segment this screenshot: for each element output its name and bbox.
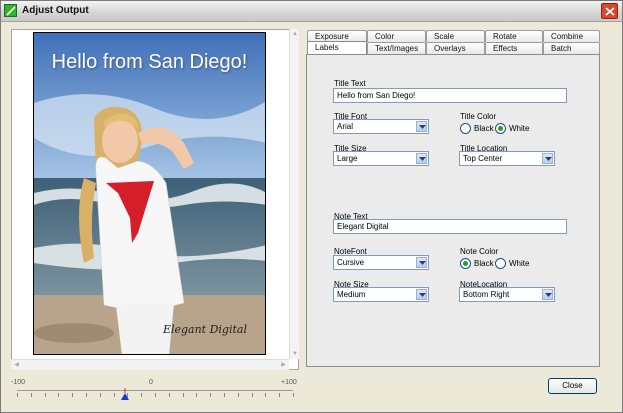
slider-tick [114,393,115,397]
note-font-value: Cursive [337,258,365,267]
scroll-left-icon[interactable]: ◀ [12,361,21,370]
slider-tick [141,393,142,397]
title-font-select[interactable]: Arial [333,119,429,134]
slider-tick [210,393,211,397]
slider-tick [238,393,239,397]
note-color-label: Note Color [460,247,499,256]
slider-tick [45,393,46,397]
chevron-down-icon[interactable] [542,153,553,164]
adjustment-slider[interactable]: -100 0 +100 [11,377,299,405]
tab-overlays[interactable]: Overlays [426,42,485,54]
note-color-radio-group: Black White [460,258,540,270]
title-size-value: Large [337,154,358,163]
slider-tick [86,393,87,397]
slider-min-label: -100 [11,379,26,386]
slider-tick [58,393,59,397]
note-font-select[interactable]: Cursive [333,255,429,270]
preview-horizontal-scrollbar[interactable]: ◀ ▶ [11,359,289,370]
title-color-radio-group: Black White [460,123,540,135]
chevron-down-icon[interactable] [416,121,427,132]
photo-note-overlay: Elegant Digital [162,323,247,336]
slider-tick [279,393,280,397]
tab-scale[interactable]: Scale [426,30,485,42]
chevron-down-icon[interactable] [416,289,427,300]
note-color-black-label: Black [474,259,494,268]
slider-tick [127,393,128,397]
tab-combine[interactable]: Combine [543,30,600,42]
slider-tick [169,393,170,397]
note-color-black-radio[interactable] [460,258,471,269]
title-color-label: Title Color [460,112,497,121]
close-icon [605,7,615,16]
window-close-button[interactable] [601,3,618,19]
slider-tick [196,393,197,397]
slider-tick [265,393,266,397]
title-color-white-radio[interactable] [495,123,506,134]
chevron-down-icon[interactable] [416,153,427,164]
preview-photo: Hello from San Diego! Elegant Digital [33,32,266,355]
title-font-value: Arial [337,122,354,131]
app-icon [4,4,17,17]
slider-tick [293,393,294,397]
slider-tick [183,393,184,397]
photo-title-overlay: Hello from San Diego! [51,51,248,73]
adjust-output-window: Adjust Output ▲ ▼ ◀ ▶ Hello from San Die… [0,0,623,413]
chevron-down-icon[interactable] [416,257,427,268]
scroll-down-icon[interactable]: ▼ [291,350,299,358]
slider-tick [224,393,225,397]
title-size-select[interactable]: Large [333,151,429,166]
window-title: Adjust Output [22,5,89,16]
title-location-select[interactable]: Top Center [459,151,555,166]
note-location-select[interactable]: Bottom Right [459,287,555,302]
title-text-input[interactable]: Hello from San Diego! [333,88,567,103]
slider-tick [100,393,101,397]
slider-max-label: +100 [281,379,297,386]
tab-labels[interactable]: Labels [307,41,367,54]
note-size-value: Medium [337,290,366,299]
tab-color[interactable]: Color [367,30,426,42]
title-color-black-radio[interactable] [460,123,471,134]
preview-vertical-scrollbar[interactable]: ▲ ▼ [289,29,299,359]
beach-photo-image [34,33,265,354]
note-location-value: Bottom Right [463,290,510,299]
title-text-label: Title Text [334,79,366,88]
slider-mid-label: 0 [149,379,153,386]
note-text-input[interactable]: Elegant Digital [333,219,567,234]
tab-effects[interactable]: Effects [485,42,543,54]
note-size-select[interactable]: Medium [333,287,429,302]
scroll-up-icon[interactable]: ▲ [291,30,299,38]
slider-tick [31,393,32,397]
tab-batch[interactable]: Batch [543,42,600,54]
tab-text-images[interactable]: Text/Images [367,42,426,54]
title-color-white-label: White [509,124,530,133]
chevron-down-icon[interactable] [542,289,553,300]
scroll-right-icon[interactable]: ▶ [279,361,288,370]
note-color-white-label: White [509,259,530,268]
title-color-black-label: Black [474,124,494,133]
close-button[interactable]: Close [548,378,597,394]
tab-rotate[interactable]: Rotate [485,30,543,42]
slider-track[interactable] [17,390,293,391]
note-color-white-radio[interactable] [495,258,506,269]
slider-tick [17,393,18,397]
slider-tick [72,393,73,397]
title-bar[interactable]: Adjust Output [1,1,622,22]
slider-tick [252,393,253,397]
title-location-value: Top Center [463,154,503,163]
slider-tick [155,393,156,397]
